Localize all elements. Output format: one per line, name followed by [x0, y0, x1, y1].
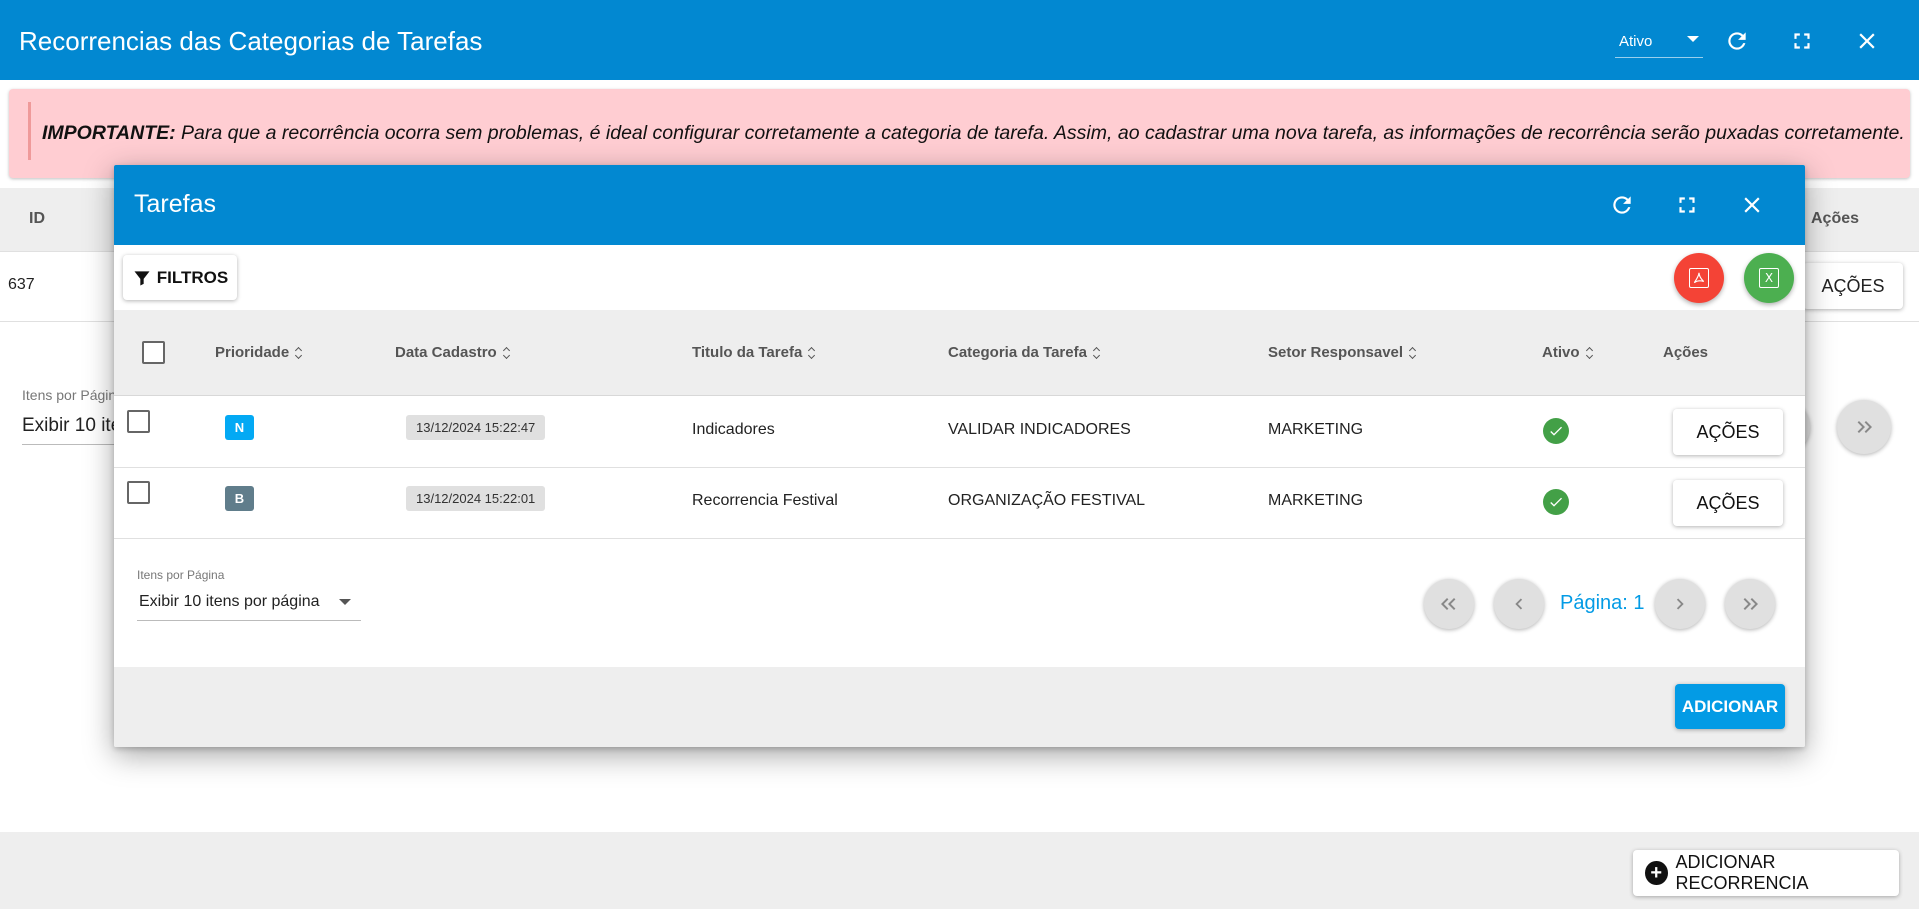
first-page-button[interactable]	[1424, 579, 1474, 629]
bg-pagination-label: Itens por Página	[22, 387, 124, 403]
header-data-cadastro-label: Data Cadastro	[395, 344, 497, 361]
add-circle-icon: +	[1645, 861, 1668, 885]
status-filter-value: Ativo	[1619, 33, 1653, 50]
header-setor-label: Setor Responsavel	[1268, 344, 1404, 361]
header-ativo[interactable]: Ativo	[1542, 344, 1594, 361]
items-per-page-value: Exibir 10 itens por página	[139, 593, 320, 610]
alert-strong: IMPORTANTE:	[42, 122, 176, 144]
alert-text: IMPORTANTE: Para que a recorrência ocorr…	[42, 122, 1905, 145]
bg-pagination-last-button[interactable]	[1837, 400, 1891, 454]
window-title: Recorrencias das Categorias de Tarefas	[19, 26, 483, 56]
header-titulo-label: Titulo da Tarefa	[692, 344, 803, 361]
refresh-button[interactable]	[1717, 21, 1757, 61]
double-chevron-right-icon	[1743, 598, 1758, 610]
sort-icon	[1409, 347, 1417, 359]
header-prioridade-label: Prioridade	[215, 344, 290, 361]
header-categoria[interactable]: Categoria da Tarefa	[948, 344, 1101, 361]
alert-accent-bar	[28, 102, 31, 160]
priority-badge: N	[225, 415, 254, 440]
header-prioridade[interactable]: Prioridade	[215, 344, 303, 361]
filters-button[interactable]: FILTROS	[123, 255, 237, 300]
modal-fullscreen-button[interactable]	[1667, 185, 1707, 225]
modal-footer	[114, 667, 1805, 747]
header-data-cadastro[interactable]: Data Cadastro	[395, 344, 511, 361]
header-acoes: Ações	[1663, 344, 1708, 361]
close-icon	[1744, 197, 1760, 213]
bg-footer	[0, 832, 1919, 909]
filter-icon	[134, 270, 150, 285]
sort-icon	[808, 347, 816, 359]
add-task-button[interactable]: ADICIONAR	[1675, 684, 1785, 729]
fullscreen-button[interactable]	[1782, 21, 1822, 61]
task-category: VALIDAR INDICADORES	[948, 421, 1131, 438]
fullscreen-icon	[1679, 197, 1695, 213]
modal-title: Tarefas	[134, 190, 216, 218]
date-chip: 13/12/2024 15:22:47	[406, 415, 546, 440]
task-title: Indicadores	[692, 421, 775, 438]
tarefas-modal: Tarefas FILTROS X Prioridade Data Cadast…	[114, 165, 1805, 747]
row-actions-button[interactable]: AÇÕES	[1673, 409, 1783, 455]
select-all-checkbox[interactable]	[142, 341, 165, 364]
chevron-left-icon	[1515, 598, 1523, 610]
items-per-page-select[interactable]: Exibir 10 itens por página	[137, 589, 361, 621]
double-chevron-left-icon	[1441, 598, 1456, 610]
bg-cell-id: 637	[8, 276, 35, 293]
refresh-icon	[1728, 32, 1746, 50]
next-page-button[interactable]	[1655, 579, 1705, 629]
last-page-button[interactable]	[1725, 579, 1775, 629]
chevron-down-icon	[339, 599, 351, 605]
pdf-icon	[1689, 268, 1709, 288]
export-pdf-button[interactable]	[1674, 253, 1724, 303]
header-ativo-label: Ativo	[1542, 344, 1580, 361]
modal-header: Tarefas	[114, 165, 1805, 245]
task-title: Recorrencia Festival	[692, 492, 838, 509]
chevron-right-icon	[1676, 598, 1684, 610]
close-window-button[interactable]	[1847, 21, 1887, 61]
row-checkbox[interactable]	[127, 410, 150, 433]
sort-icon	[1093, 347, 1101, 359]
bg-row-actions-button[interactable]: AÇÕES	[1803, 263, 1903, 309]
active-check-icon	[1543, 489, 1569, 515]
task-sector: MARKETING	[1268, 421, 1364, 438]
close-icon	[1859, 33, 1875, 49]
sort-icon	[503, 347, 511, 359]
pagination-label: Itens por Página	[137, 568, 225, 582]
task-sector: MARKETING	[1268, 492, 1364, 509]
add-recorrencia-label: ADICIONAR RECORRENCIA	[1675, 852, 1809, 893]
modal-close-button[interactable]	[1732, 185, 1772, 225]
header-acoes-label: Ações	[1663, 344, 1709, 361]
add-recorrencia-button[interactable]: + ADICIONAR RECORRENCIA	[1633, 850, 1899, 896]
fullscreen-icon	[1794, 33, 1810, 49]
excel-icon: X	[1759, 268, 1779, 288]
window-header: Recorrencias das Categorias de Tarefas A…	[0, 0, 1919, 80]
date-chip: 13/12/2024 15:22:01	[406, 486, 546, 511]
current-page-label: Página: 1	[1560, 592, 1645, 614]
row-checkbox[interactable]	[127, 481, 150, 504]
alert-message: Para que a recorrência ocorra sem proble…	[175, 122, 1905, 144]
priority-badge: B	[225, 486, 254, 511]
header-setor[interactable]: Setor Responsavel	[1268, 344, 1417, 361]
tasks-table-header: Prioridade Data Cadastro Titulo da Taref…	[114, 310, 1805, 396]
refresh-icon	[1613, 196, 1631, 214]
double-chevron-right-icon	[1857, 421, 1872, 433]
table-row: N 13/12/2024 15:22:47 Indicadores VALIDA…	[114, 397, 1805, 468]
filters-label: FILTROS	[156, 267, 229, 287]
prev-page-button[interactable]	[1494, 579, 1544, 629]
row-actions-button[interactable]: AÇÕES	[1673, 480, 1783, 526]
table-row: B 13/12/2024 15:22:01 Recorrencia Festiv…	[114, 468, 1805, 539]
header-titulo[interactable]: Titulo da Tarefa	[692, 344, 816, 361]
active-check-icon	[1543, 418, 1569, 444]
bg-header-id: ID	[29, 210, 45, 227]
bg-header-actions: Ações	[1811, 210, 1860, 227]
export-excel-button[interactable]: X	[1744, 253, 1794, 303]
sort-icon	[295, 347, 303, 359]
header-categoria-label: Categoria da Tarefa	[948, 344, 1087, 361]
sort-icon	[1586, 347, 1594, 359]
chevron-down-icon	[1687, 36, 1699, 42]
modal-refresh-button[interactable]	[1602, 185, 1642, 225]
task-category: ORGANIZAÇÃO FESTIVAL	[948, 492, 1146, 509]
status-filter-select[interactable]: Ativo	[1615, 26, 1703, 58]
